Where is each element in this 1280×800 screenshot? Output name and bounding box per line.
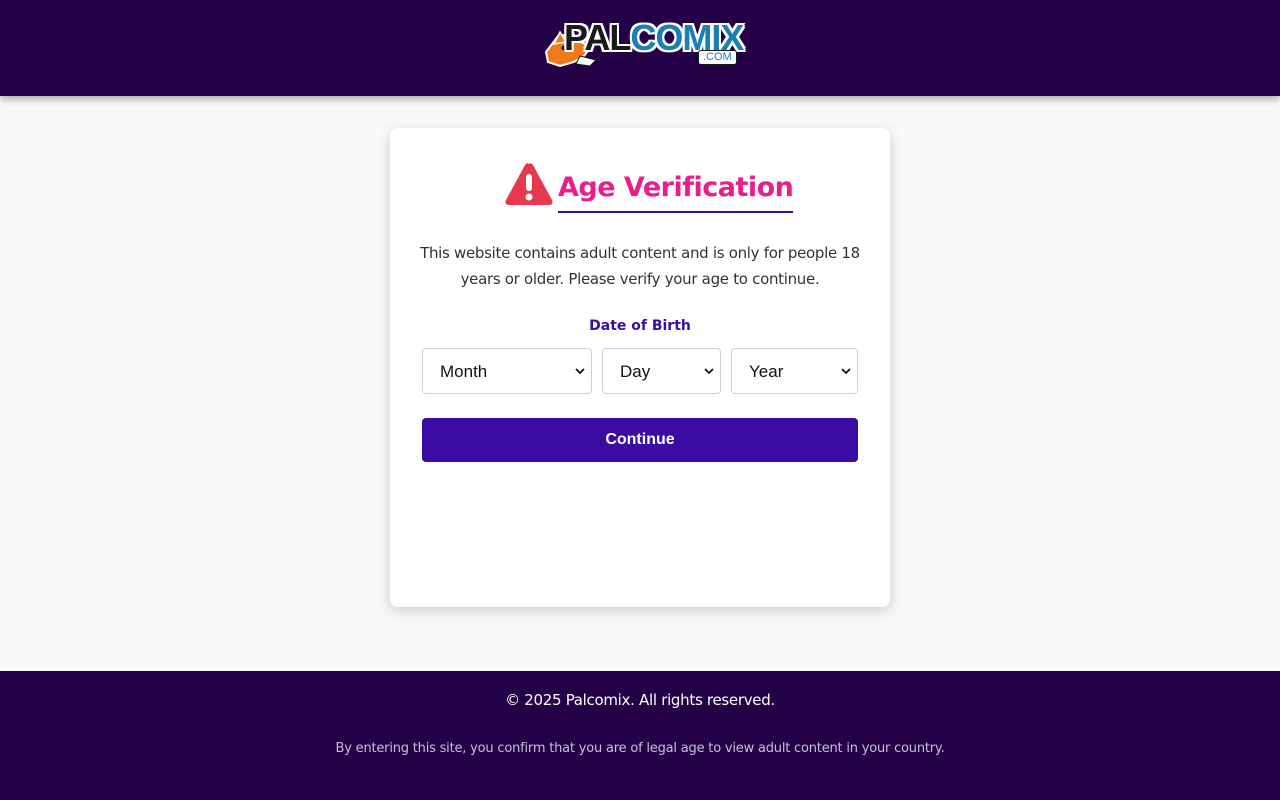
title-row: Age Verification [390,162,890,222]
continue-button[interactable]: Continue [422,418,858,462]
age-verification-card: Age Verification This website contains a… [390,128,890,607]
warning-triangle-icon [505,163,553,205]
logo-pal-text: PAL [564,17,631,58]
chevron-down-icon [575,368,585,375]
footer-disclaimer: By entering this site, you confirm that … [335,741,945,756]
dob-label: Date of Birth [589,318,691,334]
year-select[interactable]: Year [731,348,858,394]
day-select[interactable]: Day [602,348,721,394]
footer-copyright: © 2025 Palcomix. All rights reserved. [505,691,775,709]
month-select-value: Month [440,362,488,381]
page-title: Age Verification [558,172,794,213]
site-header: PALCOMIX .COM [0,0,1280,96]
verification-description: This website contains adult content and … [420,244,860,288]
month-select[interactable]: Month [422,348,592,394]
chevron-down-icon [704,368,714,375]
site-footer: © 2025 Palcomix. All rights reserved. By… [0,671,1280,800]
logo-dotcom: .COM [698,50,737,65]
day-select-value: Day [620,362,651,381]
year-select-value: Year [749,362,784,381]
chevron-down-icon [841,368,851,375]
site-logo[interactable]: PALCOMIX .COM [540,16,744,74]
